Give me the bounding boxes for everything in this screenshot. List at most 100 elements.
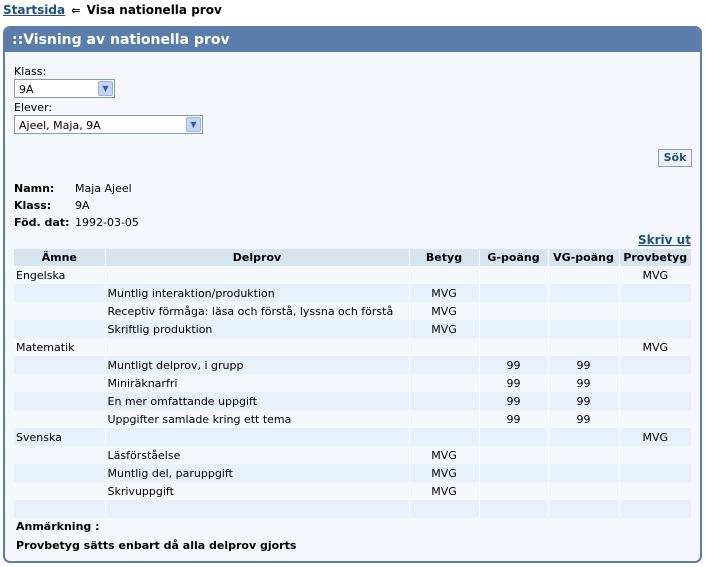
- table-cell: [618, 500, 691, 518]
- panel-title: ::Visning av nationella prov: [5, 28, 700, 52]
- table-cell: [478, 482, 548, 500]
- table-cell: 99: [478, 356, 548, 374]
- table-row: [14, 500, 691, 518]
- table-cell: MVG: [618, 266, 691, 284]
- table-cell: [14, 356, 105, 374]
- table-cell: Läsförståelse: [104, 446, 409, 464]
- breadcrumb-home-link[interactable]: Startsida: [3, 3, 65, 17]
- table-cell: 99: [547, 374, 619, 392]
- table-cell: [408, 356, 479, 374]
- table-cell: Svenska: [14, 428, 105, 446]
- column-header: G-poäng: [478, 249, 548, 266]
- table-cell: Matematik: [14, 338, 105, 356]
- table-cell: [14, 464, 105, 482]
- table-cell: [478, 500, 548, 518]
- table-cell: [478, 428, 548, 446]
- table-cell: [547, 464, 619, 482]
- table-cell: [408, 266, 479, 284]
- table-cell: [618, 392, 691, 410]
- table-cell: 99: [478, 392, 548, 410]
- table-header: Ämne Delprov Betyg G-poäng VG-poäng Prov…: [14, 249, 691, 266]
- student-class-row: Klass: 9A: [14, 199, 90, 212]
- column-header: Provbetyg: [618, 249, 691, 266]
- table-cell: [547, 320, 619, 338]
- table-cell: [547, 428, 619, 446]
- table-cell: 99: [478, 374, 548, 392]
- table-cell: [14, 374, 105, 392]
- table-cell: MVG: [408, 302, 479, 320]
- table-cell: Muntlig del, paruppgift: [104, 464, 409, 482]
- print-link[interactable]: Skriv ut: [638, 233, 691, 247]
- table-row: Skrivuppgift MVG: [14, 482, 691, 500]
- table-row: Muntligt delprov, i grupp 99 99: [14, 356, 691, 374]
- table-cell: [408, 338, 479, 356]
- table-cell: MVG: [408, 482, 479, 500]
- student-name-row: Namn: Maja Ajeel: [14, 182, 132, 195]
- table-cell: [478, 446, 548, 464]
- table-cell: Uppgifter samlade kring ett tema: [104, 410, 409, 428]
- table-row: Matematik MVG: [14, 338, 691, 356]
- table-cell: Skriftlig produktion: [104, 320, 409, 338]
- student-select[interactable]: Ajeel, Maja, 9A ▼: [14, 115, 203, 134]
- table-cell: Engelska: [14, 266, 105, 284]
- table-row: Engelska MVG: [14, 266, 691, 284]
- breadcrumb: Startsida ⇐ Visa nationella prov: [3, 3, 222, 17]
- table-cell: [618, 464, 691, 482]
- table-cell: [618, 356, 691, 374]
- column-header: Betyg: [408, 249, 479, 266]
- chevron-down-icon[interactable]: ▼: [98, 81, 113, 96]
- table-cell: [478, 464, 548, 482]
- table-cell: MVG: [408, 284, 479, 302]
- table-row: Muntlig interaktion/produktion MVG: [14, 284, 691, 302]
- table-cell: [408, 500, 479, 518]
- table-cell: [478, 284, 548, 302]
- student-dob: 1992-03-05: [75, 216, 139, 229]
- table-cell: 99: [547, 356, 619, 374]
- student-class: 9A: [75, 199, 90, 212]
- table-cell: [104, 338, 409, 356]
- table-row: Miniräknarfri 99 99: [14, 374, 691, 392]
- table-cell: MVG: [408, 320, 479, 338]
- table-cell: [478, 320, 548, 338]
- student-name: Maja Ajeel: [75, 182, 132, 195]
- results-table: Ämne Delprov Betyg G-poäng VG-poäng Prov…: [14, 249, 691, 518]
- table-cell: Muntlig interaktion/produktion: [104, 284, 409, 302]
- search-button[interactable]: Sök: [658, 149, 692, 167]
- table-cell: Miniräknarfri: [104, 374, 409, 392]
- table-cell: [408, 428, 479, 446]
- table-cell: [104, 500, 409, 518]
- chevron-down-icon[interactable]: ▼: [186, 117, 201, 132]
- table-cell: [478, 266, 548, 284]
- table-cell: [547, 482, 619, 500]
- table-cell: MVG: [618, 428, 691, 446]
- table-cell: 99: [547, 392, 619, 410]
- table-row: Skriftlig produktion MVG: [14, 320, 691, 338]
- column-header: Ämne: [14, 249, 105, 266]
- table-row: Muntlig del, paruppgift MVG: [14, 464, 691, 482]
- table-cell: [14, 410, 105, 428]
- table-cell: [14, 302, 105, 320]
- table-cell: [618, 446, 691, 464]
- table-cell: Receptiv förmåga: läsa och förstå, lyssn…: [104, 302, 409, 320]
- table-cell: [14, 320, 105, 338]
- table-cell: [14, 500, 105, 518]
- table-cell: MVG: [408, 446, 479, 464]
- table-cell: [547, 284, 619, 302]
- table-cell: [408, 392, 479, 410]
- remark-text: Provbetyg sätts enbart då alla delprov g…: [16, 539, 297, 552]
- table-cell: [14, 284, 105, 302]
- table-cell: Muntligt delprov, i grupp: [104, 356, 409, 374]
- class-select[interactable]: 9A ▼: [14, 79, 115, 98]
- table-cell: 99: [547, 410, 619, 428]
- class-info-label: Klass:: [14, 199, 52, 212]
- table-cell: [547, 446, 619, 464]
- table-cell: [14, 392, 105, 410]
- class-label: Klass:: [14, 65, 47, 78]
- table-cell: [547, 302, 619, 320]
- breadcrumb-current: Visa nationella prov: [86, 3, 222, 17]
- student-select-value: Ajeel, Maja, 9A: [19, 119, 101, 132]
- table-cell: [618, 482, 691, 500]
- remark-label: Anmärkning :: [16, 520, 100, 533]
- student-dob-row: Föd. dat: 1992-03-05: [14, 216, 139, 229]
- table-cell: En mer omfattande uppgift: [104, 392, 409, 410]
